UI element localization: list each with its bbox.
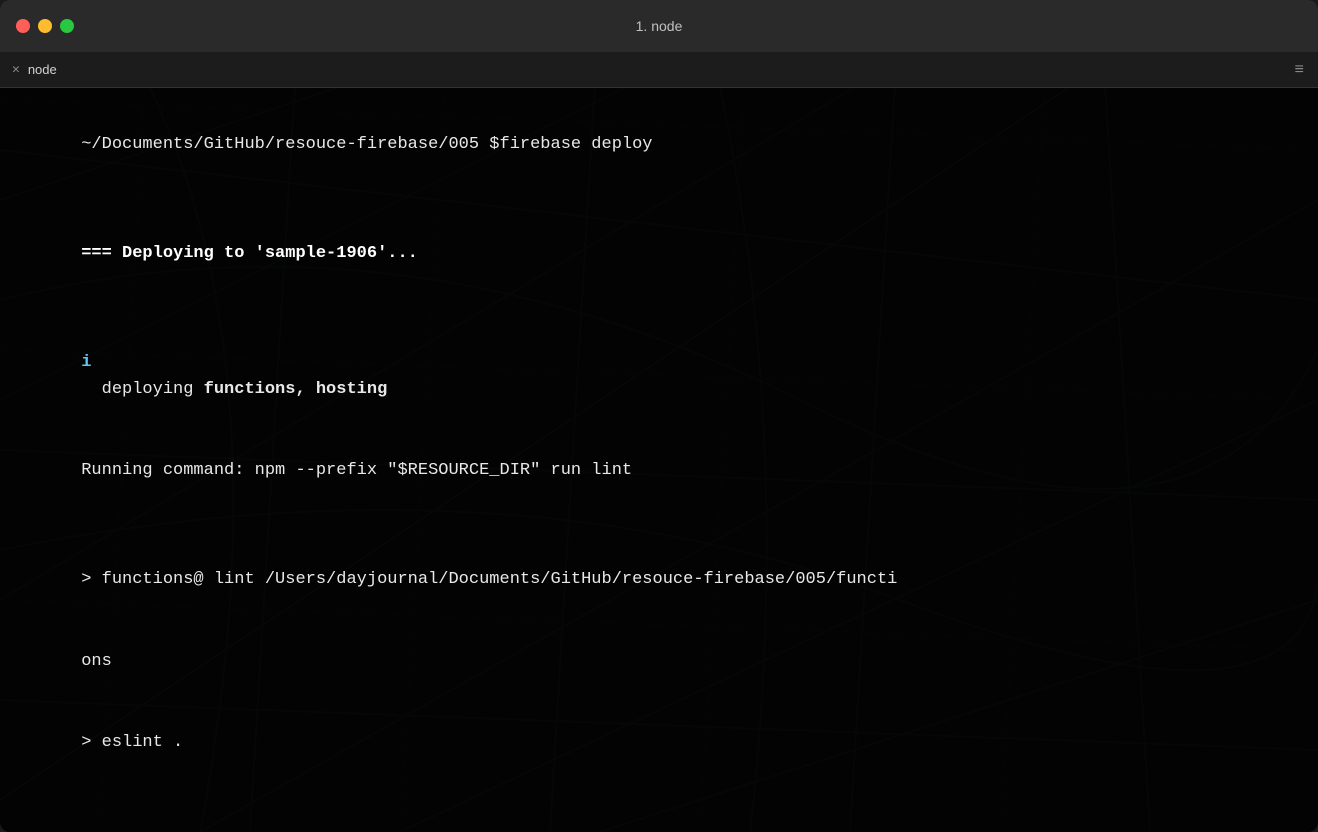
functions-lint-line-2: ons [20,621,1298,703]
running-command-text: Running command: npm --prefix "$RESOURCE… [81,461,632,480]
empty-line-1 [20,186,1298,213]
running-command-line: Running command: npm --prefix "$RESOURCE… [20,430,1298,512]
info-icon-1: i [81,353,91,372]
empty-line-3 [20,512,1298,539]
info-deploying-text: deploying functions, hosting [81,380,387,399]
deploying-text: === Deploying to 'sample-1906'... [81,244,418,263]
functions-lint-text-1: > functions@ lint /Users/dayjournal/Docu… [81,570,897,589]
traffic-lights [16,19,74,33]
empty-line-4 [20,784,1298,811]
maximize-button[interactable] [60,19,74,33]
status-line-0: ✔ functions: Finished running predeploy … [20,811,1298,832]
empty-line-2 [20,294,1298,321]
tab-bar: ✕ node ≡ [0,52,1318,88]
prompt-line: ~/Documents/GitHub/resouce-firebase/005 … [20,104,1298,186]
deploying-line: === Deploying to 'sample-1906'... [20,213,1298,295]
close-button[interactable] [16,19,30,33]
title-bar: 1. node [0,0,1318,52]
functions-lint-line-1: > functions@ lint /Users/dayjournal/Docu… [20,539,1298,621]
prompt-text: ~/Documents/GitHub/resouce-firebase/005 … [81,135,652,154]
hamburger-icon[interactable]: ≡ [1294,61,1304,79]
functions-lint-text-2: ons [81,652,112,671]
eslint-text: > eslint . [81,733,183,752]
window-title: 1. node [636,18,683,34]
eslint-line: > eslint . [20,702,1298,784]
terminal-window: 1. node ✕ node ≡ ~/Documents/GitHub/reso… [0,0,1318,832]
info-deploying-line: i deploying functions, hosting [20,322,1298,431]
minimize-button[interactable] [38,19,52,33]
tab-close-icon[interactable]: ✕ [12,62,20,77]
tab-label[interactable]: node [28,62,57,77]
terminal-body: ~/Documents/GitHub/resouce-firebase/005 … [0,88,1318,832]
